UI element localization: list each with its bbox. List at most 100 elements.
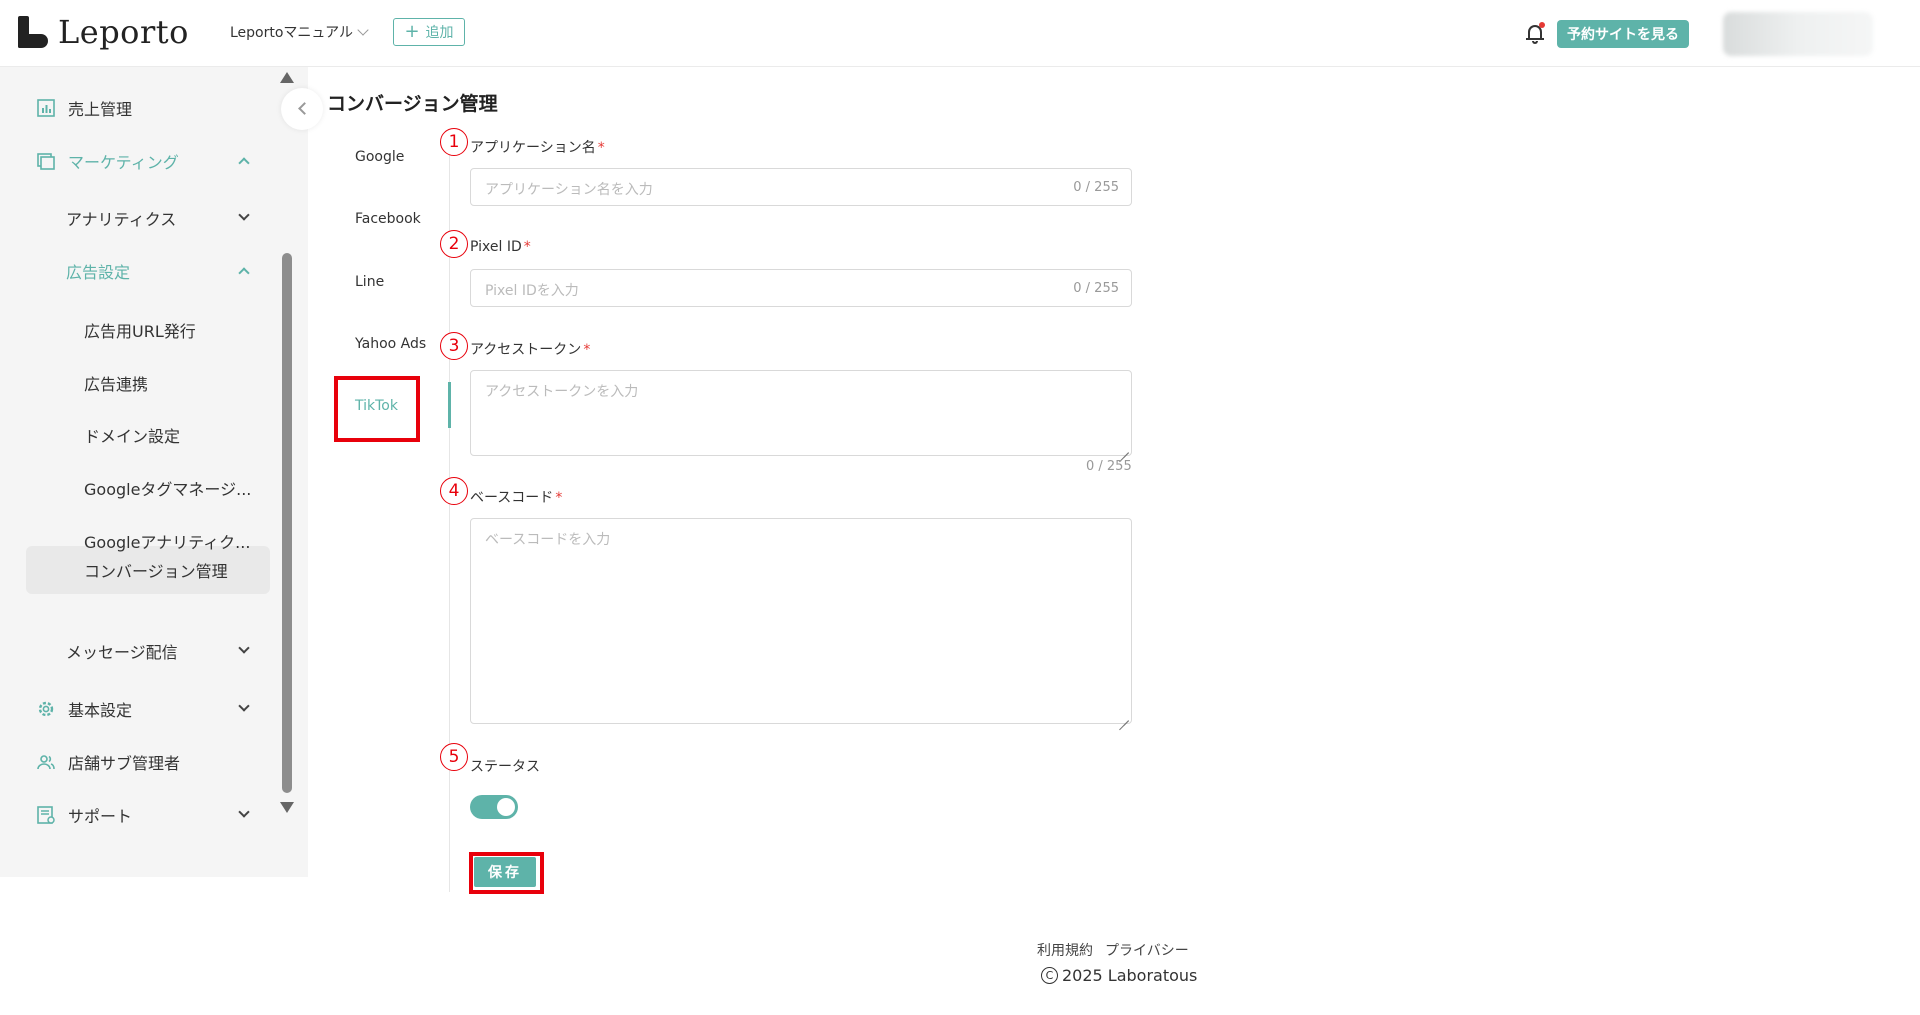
copyright-icon: C (1041, 967, 1058, 984)
access-token-textarea[interactable]: アクセストークンを入力 (470, 370, 1132, 463)
layers-icon (37, 153, 55, 170)
required-mark: * (583, 342, 591, 358)
app-name-input[interactable]: アプリケーション名を入力 0 / 255 (470, 168, 1132, 206)
sidebar-item-ad-url[interactable]: 広告用URL発行 (0, 307, 270, 353)
view-booking-site-button[interactable]: 予約サイトを見る (1557, 20, 1689, 48)
plus-icon: + (404, 21, 420, 42)
status-label: ステータス (470, 759, 540, 775)
sidebar-item-label: アナリティクス (66, 210, 177, 229)
collapse-sidebar-button[interactable] (281, 88, 323, 130)
sidebar-item-label: 広告設定 (66, 263, 131, 282)
chevron-down-icon (238, 209, 250, 221)
shop-selector[interactable]: Leportoマニュアル (230, 22, 369, 42)
chevron-down-icon (238, 806, 250, 818)
footer-links: 利用規約 プライバシー (1037, 940, 1189, 960)
chevron-up-icon (238, 267, 250, 279)
shop-name: Leportoマニュアル (230, 25, 354, 41)
tab-line[interactable]: Line (355, 274, 384, 290)
scroll-down-arrow-icon[interactable] (280, 802, 294, 813)
bar-chart-icon (37, 99, 55, 117)
sidebar-item-conversion[interactable]: コンバージョン管理 (0, 547, 270, 593)
user-account-menu[interactable] (1723, 12, 1873, 56)
pixel-id-label: Pixel ID * (470, 239, 531, 255)
app-name-label: アプリケーション名 * (470, 137, 605, 157)
highlight-box-tiktok (334, 376, 420, 442)
char-count: 0 / 255 (1073, 281, 1119, 296)
step-number-badge: 1 (440, 128, 468, 156)
sidebar-item-message[interactable]: メッセージ配信 (0, 628, 270, 674)
char-count: 0 / 255 (1086, 459, 1132, 474)
access-token-placeholder: アクセストークンを入力 (485, 384, 639, 400)
required-mark: * (597, 140, 605, 156)
required-mark: * (523, 239, 531, 255)
privacy-link[interactable]: プライバシー (1105, 940, 1189, 960)
resize-handle-icon[interactable] (1119, 711, 1129, 731)
pixel-id-input[interactable]: Pixel IDを入力 0 / 255 (470, 269, 1132, 307)
sidebar-item-gtm[interactable]: Googleタグマネージ... (0, 465, 270, 511)
tab-yahoo-ads[interactable]: Yahoo Ads (355, 336, 426, 352)
notification-dot (1539, 22, 1545, 28)
step-number-badge: 2 (440, 230, 468, 258)
sidebar-item-basic-settings[interactable]: 基本設定 (0, 686, 270, 732)
pixel-id-placeholder: Pixel IDを入力 (485, 283, 579, 299)
sidebar-item-label: コンバージョン管理 (84, 562, 228, 581)
step-number-badge: 4 (440, 477, 468, 505)
chevron-down-icon (238, 642, 250, 654)
active-tab-indicator (448, 382, 451, 428)
sidebar-item-sales[interactable]: 売上管理 (0, 85, 270, 131)
chevron-up-icon (238, 157, 250, 169)
sidebar-item-label: 基本設定 (68, 701, 133, 720)
sidebar-item-support[interactable]: サポート (0, 792, 270, 838)
char-count: 0 / 255 (1073, 180, 1119, 195)
terms-link[interactable]: 利用規約 (1037, 940, 1093, 960)
scroll-up-arrow-icon[interactable] (280, 72, 294, 83)
tab-facebook[interactable]: Facebook (355, 211, 421, 227)
page-title: コンバージョン管理 (327, 93, 498, 115)
base-code-label: ベースコード * (470, 487, 562, 507)
app-name-placeholder: アプリケーション名を入力 (485, 182, 653, 198)
sidebar-item-label: Googleタグマネージ... (84, 480, 252, 499)
app-name-label-text: アプリケーション名 (470, 140, 596, 156)
step-number-badge: 3 (440, 332, 468, 360)
sidebar-item-marketing[interactable]: マーケティング (0, 138, 270, 184)
sidebar-item-ad-integration[interactable]: 広告連携 (0, 360, 270, 406)
access-token-label-text: アクセストークン (470, 342, 582, 358)
notification-bell-icon[interactable] (1526, 22, 1545, 44)
sidebar-item-analytics[interactable]: アナリティクス (0, 195, 270, 241)
add-button[interactable]: + 追加 (393, 18, 465, 46)
step-number-badge: 5 (440, 743, 468, 771)
sidebar-item-label: 広告連携 (84, 375, 149, 394)
sidebar-item-label: マーケティング (68, 153, 179, 172)
add-button-label: 追加 (425, 25, 454, 41)
save-button[interactable]: 保存 (474, 857, 536, 887)
base-code-label-text: ベースコード (470, 490, 554, 506)
sidebar-item-ad-settings[interactable]: 広告設定 (0, 248, 270, 294)
pixel-id-label-text: Pixel ID (470, 239, 522, 255)
sidebar-item-label: サポート (68, 807, 133, 826)
base-code-textarea[interactable]: ベースコードを入力 (470, 518, 1132, 731)
resize-handle-icon[interactable] (1119, 443, 1129, 463)
sidebar-item-label: メッセージ配信 (66, 643, 178, 662)
tab-google[interactable]: Google (355, 149, 404, 165)
users-icon (37, 755, 55, 770)
copyright-text: 2025 Laboratous (1062, 966, 1198, 985)
sidebar-item-label: ドメイン設定 (84, 427, 181, 446)
sidebar-item-sub-admin[interactable]: 店舗サブ管理者 (0, 739, 270, 785)
chevron-down-icon (357, 24, 369, 36)
sidebar-item-label: 売上管理 (68, 100, 133, 119)
sidebar-scrollbar-thumb[interactable] (282, 253, 292, 793)
toggle-knob (497, 798, 515, 816)
sidebar: 売上管理 マーケティング アナリティクス 広告設定 広告用URL発行 広告連携 … (0, 67, 308, 877)
top-header: Leporto Leportoマニュアル + 追加 予約サイトを見る (0, 0, 1920, 67)
gear-icon (38, 701, 54, 717)
copyright: C 2025 Laboratous (1041, 966, 1197, 985)
chevron-left-icon (298, 102, 311, 115)
leporto-logo[interactable]: Leporto (18, 10, 189, 54)
required-mark: * (555, 490, 563, 506)
sidebar-item-label: 広告用URL発行 (84, 322, 196, 341)
logo-mark-icon (18, 16, 48, 48)
sidebar-item-domain[interactable]: ドメイン設定 (0, 412, 270, 458)
access-token-label: アクセストークン * (470, 339, 590, 359)
chevron-down-icon (238, 700, 250, 712)
status-toggle[interactable] (470, 795, 518, 819)
